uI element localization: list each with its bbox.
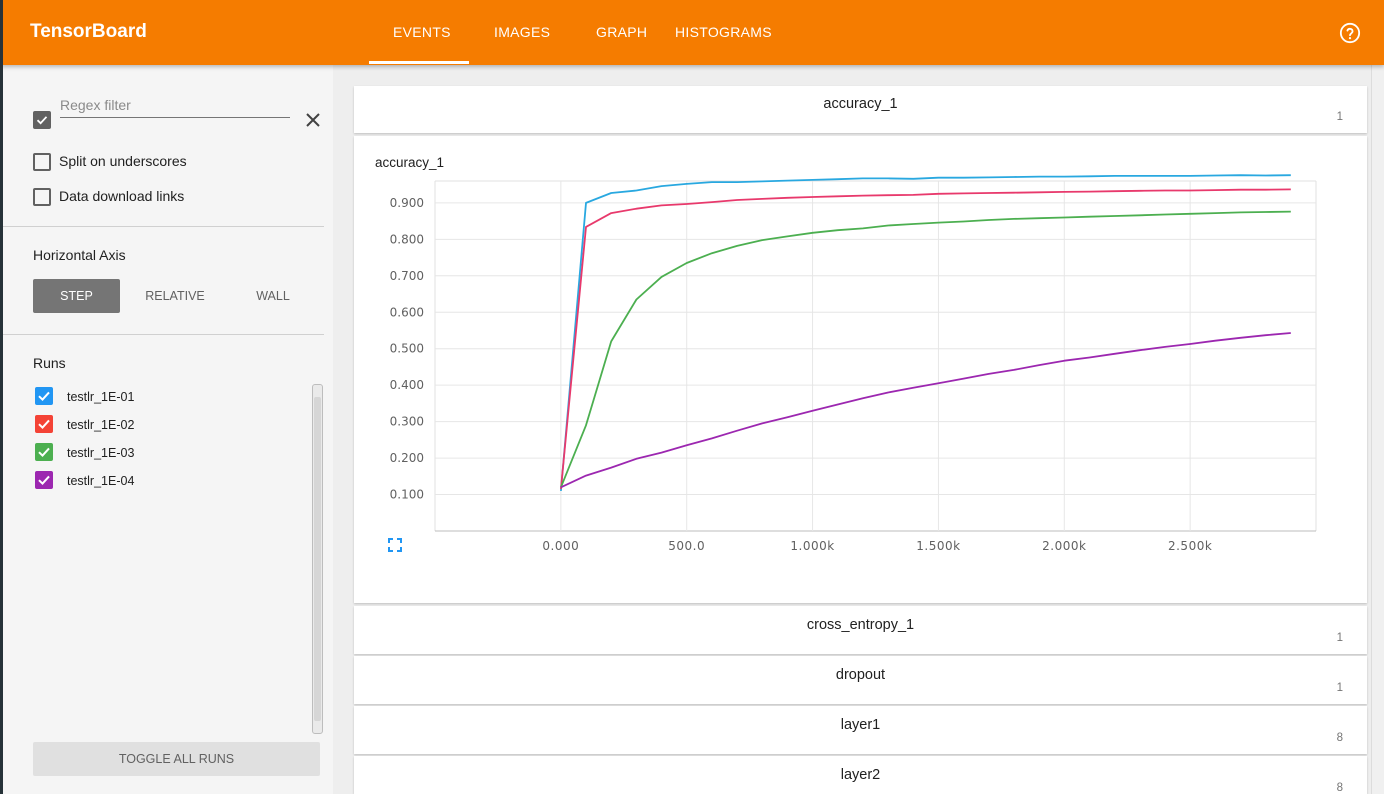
category-title: dropout	[835, 667, 886, 683]
sidebar-divider	[3, 334, 324, 335]
tab-events[interactable]: EVENTS	[393, 24, 451, 40]
y-tick-label: 0.500	[390, 342, 424, 356]
category-header-dropout[interactable]: dropout 1	[354, 656, 1367, 704]
axis-relative-button[interactable]: RELATIVE	[131, 279, 219, 313]
check-icon	[38, 447, 50, 458]
run-checkbox-1e-03[interactable]	[35, 443, 53, 461]
toggle-all-runs-button[interactable]: TOGGLE ALL RUNS	[33, 742, 320, 776]
series-line-testlr_1E-03	[560, 210, 1291, 488]
run-label: testlr_1E-03	[67, 446, 135, 460]
y-tick-label: 0.800	[390, 232, 424, 246]
axis-step-button[interactable]: STEP	[33, 279, 120, 313]
regex-input-underline	[60, 117, 290, 118]
fit-domain-icon[interactable]	[388, 538, 402, 552]
run-label: testlr_1E-01	[67, 390, 135, 404]
window-edge	[0, 0, 3, 794]
sidebar-divider	[3, 226, 324, 227]
x-tick-label: 1.500k	[916, 539, 960, 553]
category-count: 1	[1336, 632, 1343, 644]
data-download-label: Data download links	[59, 188, 185, 204]
y-tick-label: 0.200	[390, 451, 424, 465]
check-icon	[38, 475, 50, 486]
series-line-testlr_1E-02	[560, 188, 1291, 490]
category-header-accuracy[interactable]: accuracy_1 1	[354, 86, 1367, 133]
category-title: layer2	[840, 767, 881, 783]
close-icon[interactable]	[305, 112, 321, 128]
series-line-testlr_1E-04	[560, 332, 1291, 489]
tab-histograms[interactable]: HISTOGRAMS	[675, 24, 772, 40]
regex-checkbox[interactable]	[33, 111, 51, 129]
x-tick-label: 2.000k	[1042, 539, 1086, 553]
category-title: layer1	[840, 717, 881, 733]
run-label: testlr_1E-04	[67, 474, 135, 488]
y-tick-label: 0.900	[390, 196, 424, 210]
category-title: cross_entropy_1	[806, 617, 915, 633]
runs-heading: Runs	[33, 355, 66, 371]
category-count: 1	[1336, 111, 1343, 123]
page-scrollbar[interactable]	[1371, 65, 1384, 794]
x-tick-label: 500.0	[668, 539, 705, 553]
tab-graph[interactable]: GRAPH	[596, 24, 647, 40]
sidebar: Regex filter Split on underscores Data d…	[3, 65, 333, 794]
check-icon	[36, 116, 48, 125]
category-title: accuracy_1	[823, 96, 898, 112]
top-app-bar: TensorBoard EVENTS IMAGES GRAPH HISTOGRA…	[0, 0, 1384, 65]
tab-images[interactable]: IMAGES	[494, 24, 550, 40]
app-title: TensorBoard	[30, 21, 147, 42]
active-tab-indicator	[369, 61, 469, 64]
help-circle-icon[interactable]	[1339, 22, 1361, 44]
runs-scrollbar[interactable]	[312, 384, 323, 734]
check-icon	[38, 419, 50, 430]
category-count: 1	[1336, 682, 1343, 694]
category-header-layer1[interactable]: layer1 8	[354, 706, 1367, 754]
runs-scrollbar-thumb[interactable]	[314, 397, 321, 721]
run-label: testlr_1E-02	[67, 418, 135, 432]
y-tick-label: 0.100	[390, 488, 424, 502]
x-tick-label: 2.500k	[1168, 539, 1212, 553]
x-tick-label: 1.000k	[790, 539, 834, 553]
y-tick-label: 0.700	[390, 269, 424, 283]
split-underscores-checkbox[interactable]	[33, 153, 51, 171]
category-header-cross-entropy[interactable]: cross_entropy_1 1	[354, 606, 1367, 654]
y-tick-label: 0.600	[390, 305, 424, 319]
split-underscores-label: Split on underscores	[59, 153, 187, 169]
x-tick-label: 0.000	[542, 539, 579, 553]
category-header-layer2[interactable]: layer2 8	[354, 756, 1367, 794]
chart-card: accuracy_1 0.100 0.200 0.300 0.400 0.500 0.60…	[354, 136, 1367, 603]
check-icon	[38, 391, 50, 402]
regex-filter-input[interactable]: Regex filter	[60, 97, 131, 113]
category-count: 8	[1336, 782, 1343, 794]
data-download-checkbox[interactable]	[33, 188, 51, 206]
run-checkbox-1e-01[interactable]	[35, 387, 53, 405]
category-count: 8	[1336, 732, 1343, 744]
run-checkbox-1e-02[interactable]	[35, 415, 53, 433]
y-tick-label: 0.300	[390, 415, 424, 429]
horizontal-axis-heading: Horizontal Axis	[33, 247, 126, 263]
axis-wall-button[interactable]: WALL	[229, 279, 317, 313]
y-tick-label: 0.400	[390, 378, 424, 392]
accuracy-chart[interactable]: 0.100 0.200 0.300 0.400 0.500 0.600 0.700 0.800…	[354, 136, 1367, 603]
run-checkbox-1e-04[interactable]	[35, 471, 53, 489]
